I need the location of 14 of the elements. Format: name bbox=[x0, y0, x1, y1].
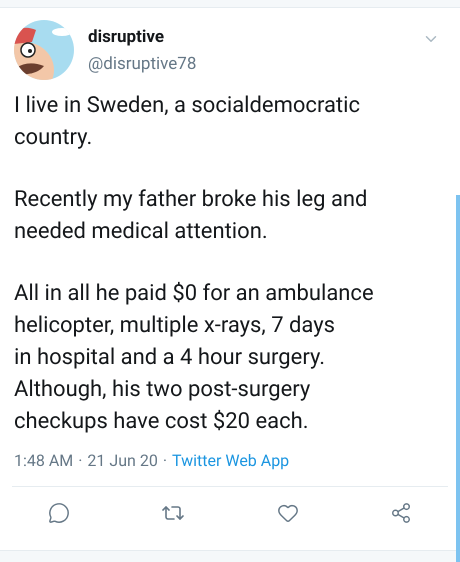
scrollbar[interactable] bbox=[456, 195, 460, 562]
reply-icon[interactable] bbox=[48, 502, 70, 524]
tweet-text: Recently my father broke his leg and needed medical attention. bbox=[14, 186, 368, 246]
user-handle[interactable]: @disruptive78 bbox=[88, 53, 422, 75]
tweet-text: I live in Sweden, a socialdemocratic country. bbox=[14, 92, 361, 152]
display-name[interactable]: disruptive bbox=[88, 26, 422, 48]
separator-dot: · bbox=[78, 450, 82, 472]
tweet-time: 1:48 AM bbox=[14, 450, 74, 472]
tweet-date: 21 Jun 20 bbox=[87, 450, 158, 472]
share-icon[interactable] bbox=[390, 502, 412, 524]
tweet-text: All in all he paid $0 for an ambulance helicopter, multiple x-rays, 7 days in hospital and a 4 hour surgery. Although, his two post-surgery checkups have cost $20 each. bbox=[14, 280, 375, 436]
like-icon[interactable] bbox=[276, 502, 299, 524]
source-link[interactable]: Twitter Web App bbox=[172, 450, 290, 472]
separator-dot: · bbox=[162, 450, 167, 472]
